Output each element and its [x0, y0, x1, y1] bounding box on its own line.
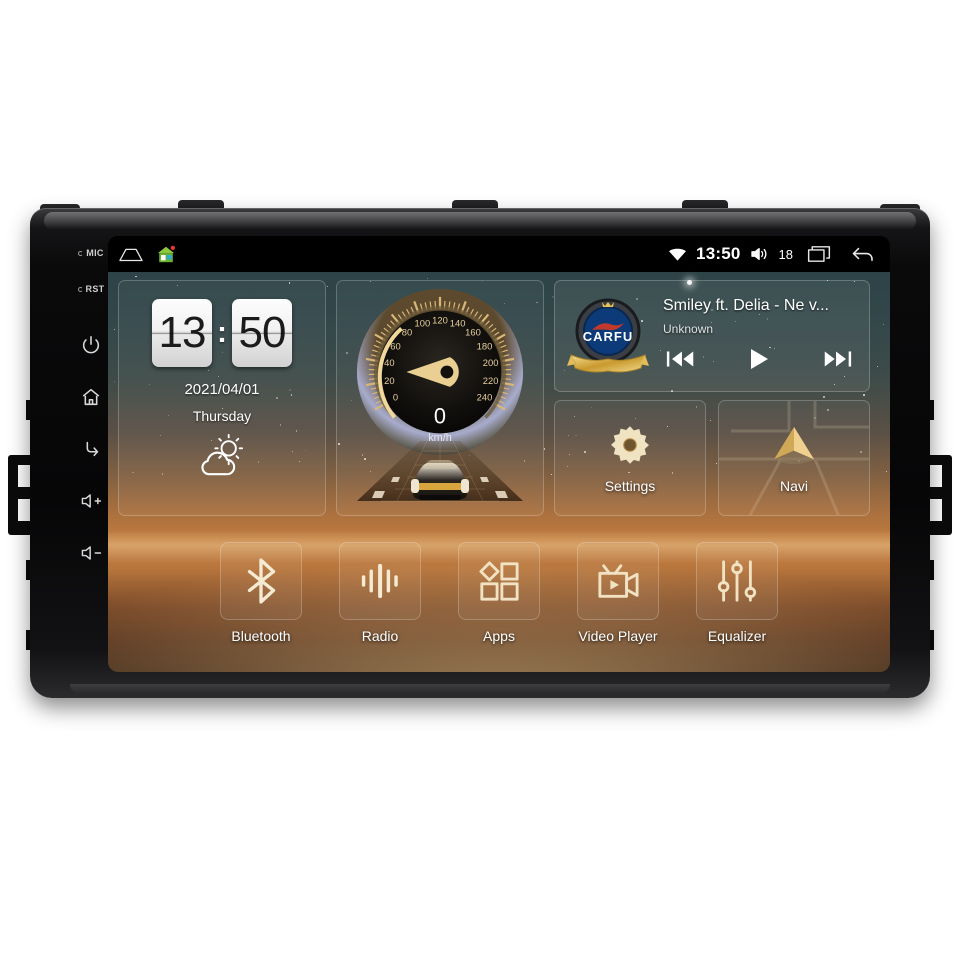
svg-text:140: 140 [450, 318, 466, 329]
radio-waves-icon [339, 542, 421, 620]
svg-text:200: 200 [483, 357, 499, 368]
dock-label-equalizer: Equalizer [707, 628, 767, 644]
widget-grid: 13 : 50 2021/04/01 Thursday 0 20 40 60 8… [108, 272, 890, 672]
wifi-icon [668, 247, 687, 262]
track-title: Smiley ft. Delia - Ne v... [663, 296, 829, 314]
reset-label[interactable]: RST [77, 278, 105, 300]
clock-widget[interactable]: 13 : 50 2021/04/01 Thursday [118, 280, 326, 516]
clock-date: 2021/04/01 [184, 381, 260, 398]
svg-text:160: 160 [465, 327, 481, 338]
status-time: 13:50 [696, 244, 741, 263]
mic-label: MIC [78, 242, 103, 264]
dock-label-bluetooth: Bluetooth [231, 628, 291, 644]
prev-icon[interactable] [665, 348, 697, 375]
bluetooth-icon [220, 542, 302, 620]
settings-label: Settings [604, 477, 656, 494]
head-unit-body: MIC RST 13:50 18 13: 50 2021/04/01 Thur… [30, 208, 930, 698]
navigation-arrow-icon [769, 423, 819, 472]
app-dock: Bluetooth Radio Apps Video Player Equali… [108, 538, 890, 666]
music-controls [663, 347, 859, 376]
dock-item-equalizer[interactable]: Equalizer [693, 542, 781, 644]
speed-value: 0 [434, 403, 446, 428]
svg-text:180: 180 [477, 340, 493, 351]
recents-icon[interactable] [807, 245, 831, 263]
clock-day: Thursday [192, 408, 252, 424]
svg-text:60: 60 [390, 340, 400, 351]
svg-text:100: 100 [415, 318, 431, 329]
video-camera-icon [577, 542, 659, 620]
home-outline-icon[interactable] [118, 246, 144, 263]
album-art: CARFU [565, 293, 651, 379]
equalizer-sliders-icon [696, 542, 778, 620]
dock-label-video-player: Video Player [578, 628, 658, 644]
speedometer-widget[interactable]: 0 20 40 60 80 100 120 140 160 180 200 220 240 0 km/h [336, 280, 544, 516]
track-artist: Unknown [663, 321, 714, 336]
svg-text:240: 240 [477, 392, 493, 403]
screenshot-root: MIC RST 13:50 18 13: 50 2021/04/01 Thur… [0, 0, 960, 960]
svg-text:80: 80 [402, 327, 412, 338]
speedometer-gauge: 020406080100 120 140160180200220240 0 km/h [356, 288, 524, 456]
volume-up-button[interactable] [74, 484, 108, 518]
touchscreen-display[interactable]: 13:50 18 13: 50 2021/04/01 Thursday 0 2… [108, 236, 890, 672]
clock-hours: 13 [152, 299, 212, 367]
clock-colon: : [217, 316, 227, 349]
apps-grid-icon [458, 542, 540, 620]
music-player-widget[interactable]: CARFU Smiley ft. Delia - Ne v... Unknown [554, 280, 870, 392]
volume-icon[interactable] [750, 246, 770, 262]
next-icon[interactable] [821, 348, 853, 375]
dock-item-apps[interactable]: Apps [455, 542, 543, 644]
music-meta: Smiley ft. Delia - Ne v... Unknown [663, 297, 859, 376]
dock-label-apps: Apps [483, 628, 515, 644]
settings-tile[interactable]: Settings [554, 400, 706, 516]
album-art-text: CARFU [583, 329, 634, 344]
dock-item-radio[interactable]: Radio [336, 542, 424, 644]
dock-item-bluetooth[interactable]: Bluetooth [217, 542, 305, 644]
svg-text:40: 40 [384, 357, 394, 368]
status-bar: 13:50 18 [108, 236, 890, 272]
back-button[interactable] [74, 432, 108, 466]
flip-clock: 13 : 50 [152, 299, 292, 367]
home-button[interactable] [74, 380, 108, 414]
svg-text:220: 220 [483, 375, 499, 386]
dock-item-video-player[interactable]: Video Player [574, 542, 662, 644]
play-icon[interactable] [746, 347, 772, 376]
svg-text:0: 0 [393, 392, 398, 403]
navi-tile[interactable]: Navi [718, 400, 870, 516]
gear-icon [608, 423, 652, 472]
volume-level: 18 [778, 246, 793, 262]
navi-label: Navi [779, 477, 808, 494]
partly-cloudy-icon [192, 434, 252, 483]
back-arrow-icon[interactable] [850, 245, 876, 263]
volume-down-button[interactable] [74, 536, 108, 570]
dock-label-radio: Radio [361, 628, 399, 644]
green-house-app-icon[interactable] [156, 245, 176, 264]
svg-text:120: 120 [432, 315, 448, 326]
clock-minutes: 50 [232, 299, 292, 367]
wallpaper: 13 : 50 2021/04/01 Thursday 0 20 40 60 8… [108, 272, 890, 672]
svg-text:20: 20 [384, 375, 394, 386]
road-with-car-graphic [357, 440, 523, 502]
power-button[interactable] [74, 328, 108, 362]
